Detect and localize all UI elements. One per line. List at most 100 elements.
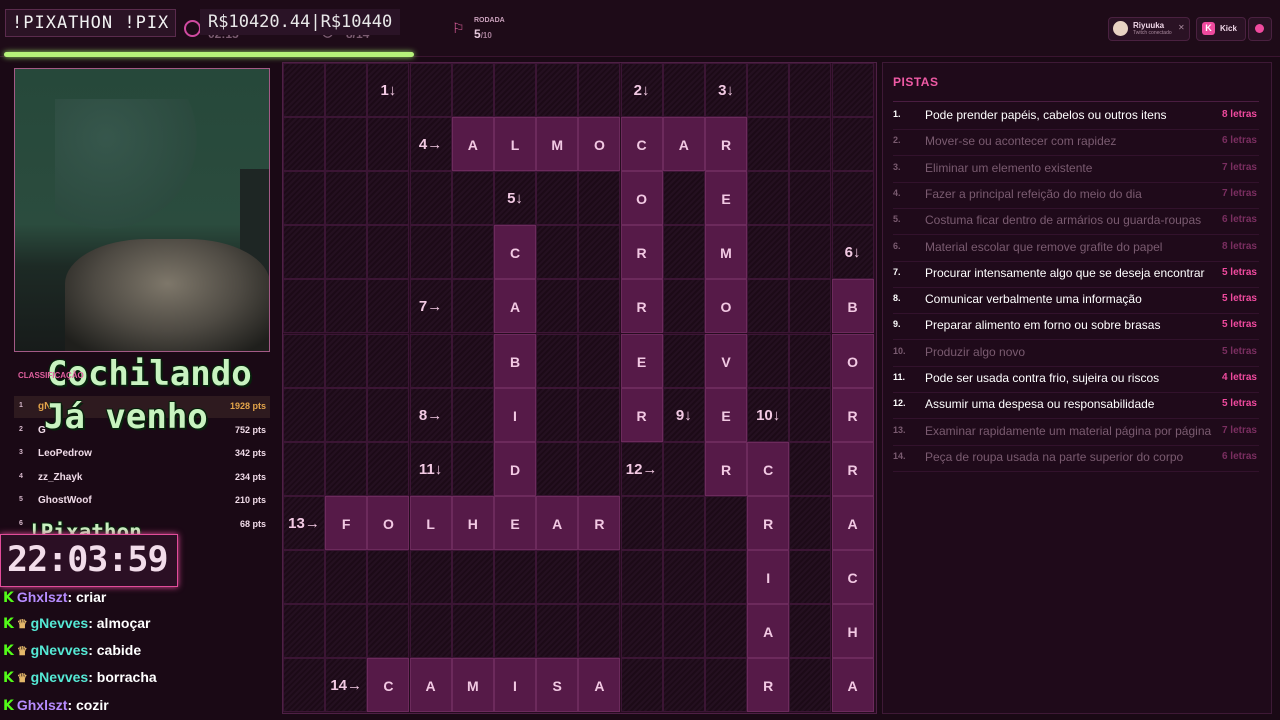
grid-blank-cell[interactable] — [325, 279, 368, 334]
grid-blank-cell[interactable] — [409, 333, 452, 388]
clue-item[interactable]: 12. Assumir uma despesa ou responsabilida… — [893, 392, 1259, 418]
grid-letter-cell[interactable]: R — [620, 279, 663, 334]
grid-letter-cell[interactable]: C — [367, 658, 410, 713]
clue-item[interactable]: 3. Eliminar um elemento existente 7 letras — [893, 156, 1259, 182]
clue-item[interactable]: 14. Peça de roupa usada na parte superior… — [893, 445, 1259, 471]
grid-blank-cell[interactable] — [789, 63, 832, 117]
grid-blank-cell[interactable] — [620, 549, 663, 604]
grid-blank-cell[interactable] — [409, 171, 452, 226]
grid-letter-cell[interactable]: M — [536, 117, 579, 172]
grid-letter-cell[interactable]: H — [831, 604, 874, 658]
grid-blank-cell[interactable] — [325, 549, 368, 604]
grid-blank-cell[interactable] — [789, 171, 832, 226]
grid-blank-cell[interactable] — [283, 225, 325, 280]
grid-letter-cell[interactable]: O — [620, 171, 663, 226]
grid-blank-cell[interactable] — [662, 604, 705, 658]
grid-letter-cell[interactable]: D — [494, 441, 536, 496]
grid-blank-cell[interactable] — [325, 225, 368, 280]
grid-blank-cell[interactable] — [831, 171, 874, 226]
grid-letter-cell[interactable]: F — [325, 495, 368, 550]
grid-clue-number-cell[interactable]: 1↓ — [367, 63, 410, 117]
grid-blank-cell[interactable] — [831, 63, 874, 117]
grid-letter-cell[interactable]: R — [705, 441, 747, 496]
grid-clue-number-cell[interactable]: 13→ — [283, 495, 325, 550]
grid-blank-cell[interactable] — [662, 441, 705, 496]
grid-letter-cell[interactable]: C — [831, 549, 874, 604]
settings-button[interactable] — [1248, 17, 1272, 41]
grid-blank-cell[interactable] — [578, 279, 621, 334]
grid-blank-cell[interactable] — [367, 604, 410, 658]
grid-blank-cell[interactable] — [283, 279, 325, 334]
grid-letter-cell[interactable]: I — [494, 387, 536, 442]
grid-letter-cell[interactable]: L — [494, 117, 536, 172]
grid-blank-cell[interactable] — [662, 658, 705, 713]
grid-blank-cell[interactable] — [367, 333, 410, 388]
grid-letter-cell[interactable]: A — [494, 279, 536, 334]
grid-blank-cell[interactable] — [536, 63, 579, 117]
grid-blank-cell[interactable] — [494, 549, 536, 604]
grid-letter-cell[interactable]: L — [409, 495, 452, 550]
grid-blank-cell[interactable] — [789, 279, 832, 334]
grid-letter-cell[interactable]: E — [705, 171, 747, 226]
grid-blank-cell[interactable] — [578, 63, 621, 117]
grid-letter-cell[interactable]: R — [705, 117, 747, 172]
grid-blank-cell[interactable] — [747, 333, 790, 388]
grid-letter-cell[interactable]: H — [451, 495, 494, 550]
clue-item[interactable]: 4. Fazer a principal refeição do meio do … — [893, 182, 1259, 208]
grid-clue-number-cell[interactable]: 2↓ — [620, 63, 663, 117]
grid-blank-cell[interactable] — [662, 495, 705, 550]
grid-letter-cell[interactable]: I — [747, 549, 790, 604]
grid-blank-cell[interactable] — [451, 441, 494, 496]
grid-blank-cell[interactable] — [705, 604, 747, 658]
grid-blank-cell[interactable] — [367, 387, 410, 442]
grid-blank-cell[interactable] — [325, 333, 368, 388]
grid-letter-cell[interactable]: R — [578, 495, 621, 550]
grid-blank-cell[interactable] — [705, 658, 747, 713]
grid-blank-cell[interactable] — [325, 441, 368, 496]
grid-blank-cell[interactable] — [789, 441, 832, 496]
grid-clue-number-cell[interactable]: 6↓ — [831, 225, 874, 280]
grid-blank-cell[interactable] — [451, 279, 494, 334]
grid-letter-cell[interactable]: C — [620, 117, 663, 172]
grid-blank-cell[interactable] — [367, 171, 410, 226]
grid-letter-cell[interactable]: A — [747, 604, 790, 658]
clue-item[interactable]: 11. Pode ser usada contra frio, sujeira o… — [893, 366, 1259, 392]
clue-item[interactable]: 9. Preparar alimento em forno ou sobre br… — [893, 313, 1259, 339]
grid-blank-cell[interactable] — [789, 333, 832, 388]
grid-blank-cell[interactable] — [831, 117, 874, 172]
grid-clue-number-cell[interactable]: 4→ — [409, 117, 452, 172]
grid-blank-cell[interactable] — [578, 333, 621, 388]
grid-blank-cell[interactable] — [283, 117, 325, 172]
grid-blank-cell[interactable] — [494, 604, 536, 658]
grid-blank-cell[interactable] — [747, 171, 790, 226]
close-icon[interactable]: ✕ — [1178, 23, 1185, 32]
grid-letter-cell[interactable]: O — [705, 279, 747, 334]
grid-blank-cell[interactable] — [283, 604, 325, 658]
grid-blank-cell[interactable] — [705, 549, 747, 604]
grid-letter-cell[interactable]: R — [747, 495, 790, 550]
grid-clue-number-cell[interactable]: 12→ — [620, 441, 663, 496]
clue-item[interactable]: 10. Produzir algo novo 5 letras — [893, 340, 1259, 366]
grid-blank-cell[interactable] — [578, 604, 621, 658]
grid-blank-cell[interactable] — [451, 63, 494, 117]
grid-blank-cell[interactable] — [789, 387, 832, 442]
grid-letter-cell[interactable]: A — [831, 495, 874, 550]
grid-letter-cell[interactable]: O — [831, 333, 874, 388]
grid-clue-number-cell[interactable]: 9↓ — [662, 387, 705, 442]
grid-blank-cell[interactable] — [789, 225, 832, 280]
grid-blank-cell[interactable] — [536, 279, 579, 334]
grid-blank-cell[interactable] — [747, 117, 790, 172]
grid-blank-cell[interactable] — [578, 225, 621, 280]
grid-blank-cell[interactable] — [367, 441, 410, 496]
grid-blank-cell[interactable] — [451, 604, 494, 658]
grid-blank-cell[interactable] — [578, 549, 621, 604]
grid-clue-number-cell[interactable]: 5↓ — [494, 171, 536, 226]
grid-blank-cell[interactable] — [451, 171, 494, 226]
chat-username[interactable]: gNevves — [31, 615, 89, 631]
grid-blank-cell[interactable] — [662, 549, 705, 604]
grid-blank-cell[interactable] — [283, 658, 325, 713]
clue-item[interactable]: 7. Procurar intensamente algo que se dese… — [893, 261, 1259, 287]
chat-username[interactable]: Ghxlszt — [17, 697, 68, 713]
clue-item[interactable]: 2. Mover-se ou acontecer com rapidez 6 let… — [893, 129, 1259, 155]
grid-letter-cell[interactable]: I — [494, 658, 536, 713]
